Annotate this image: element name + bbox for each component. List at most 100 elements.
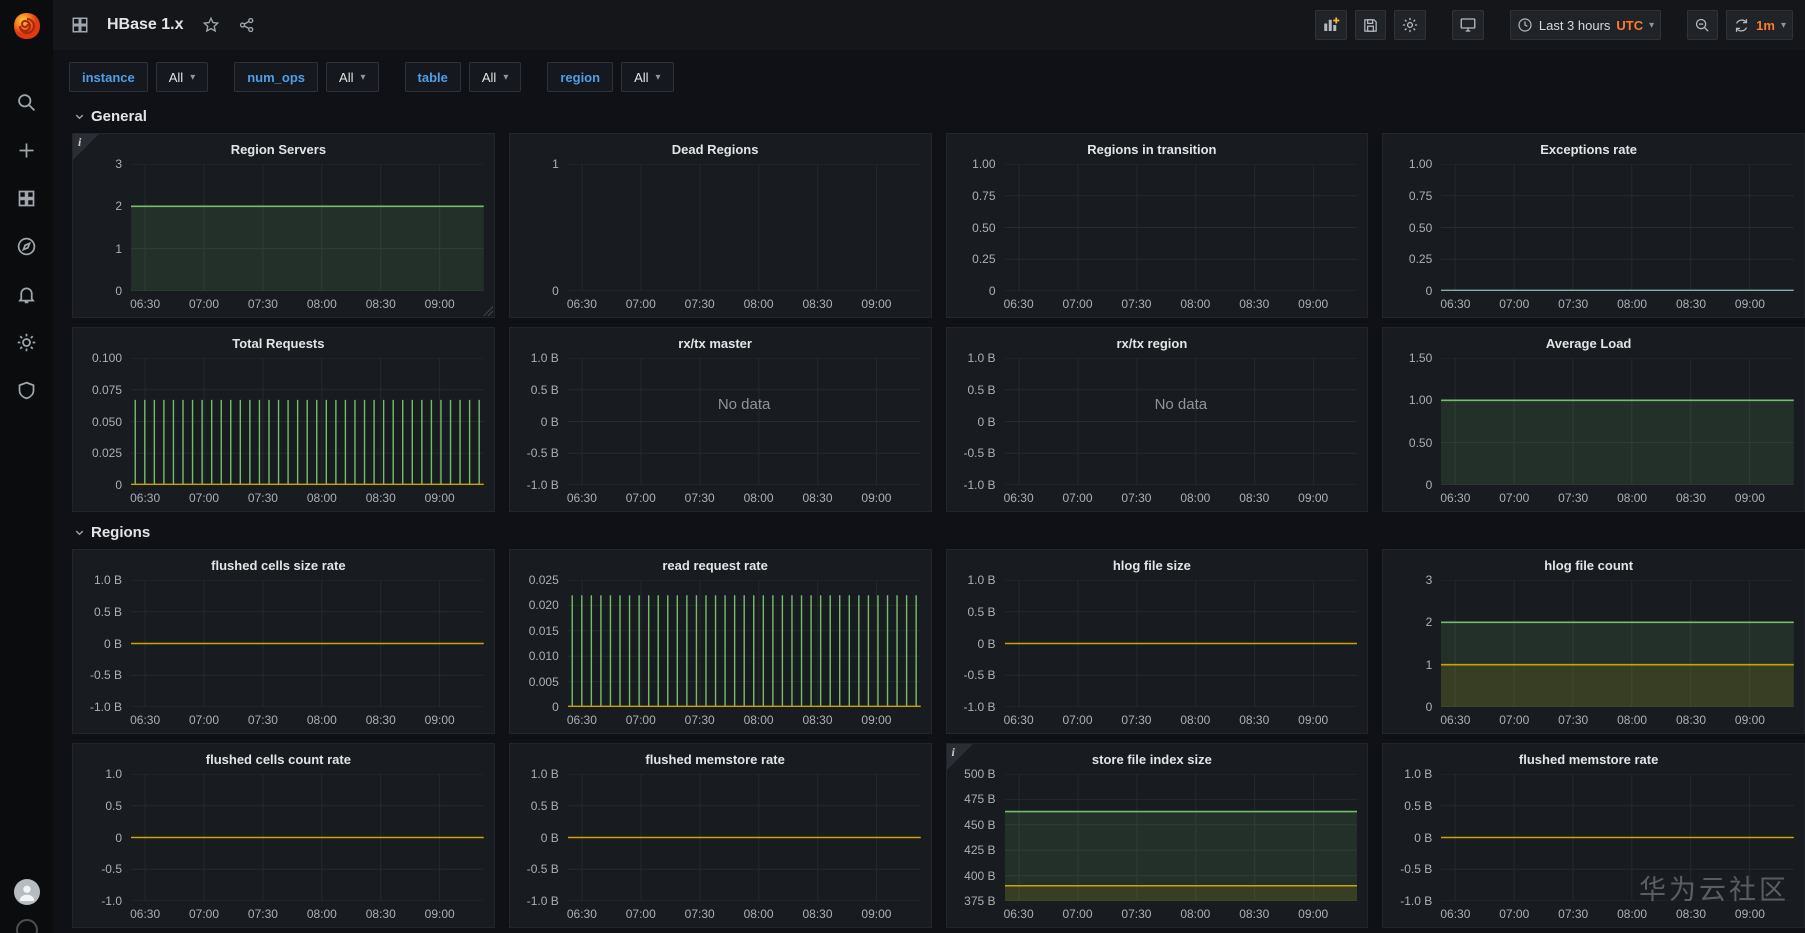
time-range-picker[interactable]: Last 3 hours UTC ▾ [1510, 10, 1661, 40]
x-tick-label: 08:00 [307, 713, 337, 727]
y-tick-label: 475 B [964, 792, 995, 806]
chart-plot-area[interactable] [1005, 164, 1358, 291]
panel-title[interactable]: rx/tx master [510, 328, 921, 358]
x-axis-labels: 06:3007:0007:3008:0008:3009:00 [568, 485, 921, 509]
share-icon[interactable] [234, 12, 260, 38]
star-icon[interactable] [198, 12, 224, 38]
chart-plot-area[interactable]: No data [568, 358, 921, 485]
chart-canvas [1441, 164, 1794, 291]
y-tick-label: 1.50 [1409, 351, 1432, 365]
dashboards-grid-icon[interactable] [15, 186, 39, 210]
grafana-logo[interactable] [0, 0, 53, 52]
variable-label-instance[interactable]: instance [69, 62, 148, 92]
panel-resize-handle[interactable] [483, 306, 493, 316]
dashboard-title[interactable]: HBase 1.x [107, 16, 184, 34]
x-tick-label: 09:00 [861, 297, 891, 311]
zoom-out-button[interactable] [1687, 10, 1718, 40]
save-dashboard-button[interactable] [1355, 10, 1386, 40]
chart-canvas [1441, 358, 1794, 485]
chart-plot-area[interactable] [131, 358, 484, 485]
panel-title[interactable]: hlog file count [1383, 550, 1794, 580]
y-tick-label: 0 [115, 478, 122, 492]
x-axis-labels: 06:3007:0007:3008:0008:3009:00 [1441, 901, 1794, 925]
chart-plot-area[interactable] [568, 580, 921, 707]
x-tick-label: 07:00 [189, 907, 219, 921]
panel-title[interactable]: Exceptions rate [1383, 134, 1794, 164]
variable-label-num_ops[interactable]: num_ops [234, 62, 318, 92]
variable-value-dropdown-instance[interactable]: All▾ [156, 62, 208, 92]
chart-plot-area[interactable] [131, 164, 484, 291]
variable-value-dropdown-table[interactable]: All▾ [469, 62, 521, 92]
panel-title[interactable]: flushed memstore rate [510, 744, 921, 774]
timezone-label: UTC [1616, 18, 1643, 33]
chart-plot-area[interactable] [1005, 774, 1358, 901]
create-plus-icon[interactable] [15, 138, 39, 162]
y-tick-label: -1.0 B [527, 478, 559, 492]
panel-title[interactable]: rx/tx region [947, 328, 1358, 358]
section-header-regions[interactable]: Regions [74, 524, 1805, 541]
panel-title[interactable]: Total Requests [73, 328, 484, 358]
x-tick-label: 09:00 [1735, 713, 1765, 727]
chart-plot-area[interactable] [568, 164, 921, 291]
alerting-bell-icon[interactable] [15, 282, 39, 306]
add-panel-button[interactable] [1315, 10, 1347, 40]
panel-info-icon[interactable]: i [73, 134, 99, 160]
variable-label-table[interactable]: table [405, 62, 461, 92]
x-tick-label: 07:30 [1558, 907, 1588, 921]
y-tick-label: 1.0 B [94, 573, 122, 587]
apps-grid-icon[interactable] [67, 12, 93, 38]
explore-compass-icon[interactable] [15, 234, 39, 258]
variable-label-region[interactable]: region [547, 62, 613, 92]
panel-title[interactable]: Dead Regions [510, 134, 921, 164]
variable-value-dropdown-num_ops[interactable]: All▾ [326, 62, 378, 92]
y-axis-labels: 1.0 B0.5 B0 B-0.5 B-1.0 B [947, 358, 1005, 485]
section-header-general[interactable]: General [74, 108, 1805, 125]
chart-plot-area[interactable] [1441, 164, 1794, 291]
y-tick-label: 1.00 [1409, 393, 1432, 407]
refresh-button[interactable]: 1m ▾ [1726, 10, 1793, 40]
dashboard-settings-button[interactable] [1394, 10, 1426, 40]
y-tick-label: -1.0 B [1400, 894, 1432, 908]
x-tick-label: 07:00 [626, 491, 656, 505]
chart-plot-area[interactable] [568, 774, 921, 901]
x-tick-label: 07:30 [1121, 297, 1151, 311]
panel-title[interactable]: hlog file size [947, 550, 1358, 580]
chart-canvas [568, 164, 921, 291]
panel-title[interactable]: Average Load [1383, 328, 1794, 358]
chart-plot-area[interactable] [1005, 580, 1358, 707]
chart-plot-area[interactable] [1441, 358, 1794, 485]
panel-title[interactable]: Regions in transition [947, 134, 1358, 164]
x-tick-label: 07:00 [1499, 491, 1529, 505]
chart-plot-area[interactable] [1441, 580, 1794, 707]
server-admin-shield-icon[interactable] [15, 378, 39, 402]
chevron-down-icon [74, 111, 85, 122]
panel-title[interactable]: flushed memstore rate [1383, 744, 1794, 774]
panel-title[interactable]: read request rate [510, 550, 921, 580]
x-tick-label: 08:00 [1617, 297, 1647, 311]
chart-plot-area[interactable] [1441, 774, 1794, 901]
y-tick-label: 0.100 [92, 351, 122, 365]
panel-title[interactable]: flushed cells size rate [73, 550, 484, 580]
variable-value-dropdown-region[interactable]: All▾ [621, 62, 673, 92]
x-tick-label: 07:30 [685, 713, 715, 727]
chart-plot-area[interactable] [131, 580, 484, 707]
user-avatar[interactable] [14, 879, 40, 905]
chart-plot-area[interactable] [131, 774, 484, 901]
y-tick-label: 0 B [1414, 831, 1432, 845]
search-icon[interactable] [15, 90, 39, 114]
x-axis-labels: 06:3007:0007:3008:0008:3009:00 [131, 901, 484, 925]
chart-canvas [1441, 580, 1794, 707]
x-tick-label: 07:00 [189, 297, 219, 311]
panel-flushed-memstore-rate: flushed memstore rate1.0 B0.5 B0 B-0.5 B… [509, 743, 932, 928]
tv-mode-button[interactable] [1452, 10, 1484, 40]
configuration-gear-icon[interactable] [15, 330, 39, 354]
panel-title[interactable]: store file index size [947, 744, 1358, 774]
y-tick-label: 1.0 B [531, 767, 559, 781]
y-tick-label: 0 B [977, 637, 995, 651]
chart-plot-area[interactable]: No data [1005, 358, 1358, 485]
panel-title[interactable]: Region Servers [73, 134, 484, 164]
panel-title[interactable]: flushed cells count rate [73, 744, 484, 774]
x-tick-label: 08:30 [802, 907, 832, 921]
panel-grid: Region Serversi321006:3007:0007:3008:000… [72, 133, 1805, 512]
help-icon[interactable] [16, 919, 38, 933]
